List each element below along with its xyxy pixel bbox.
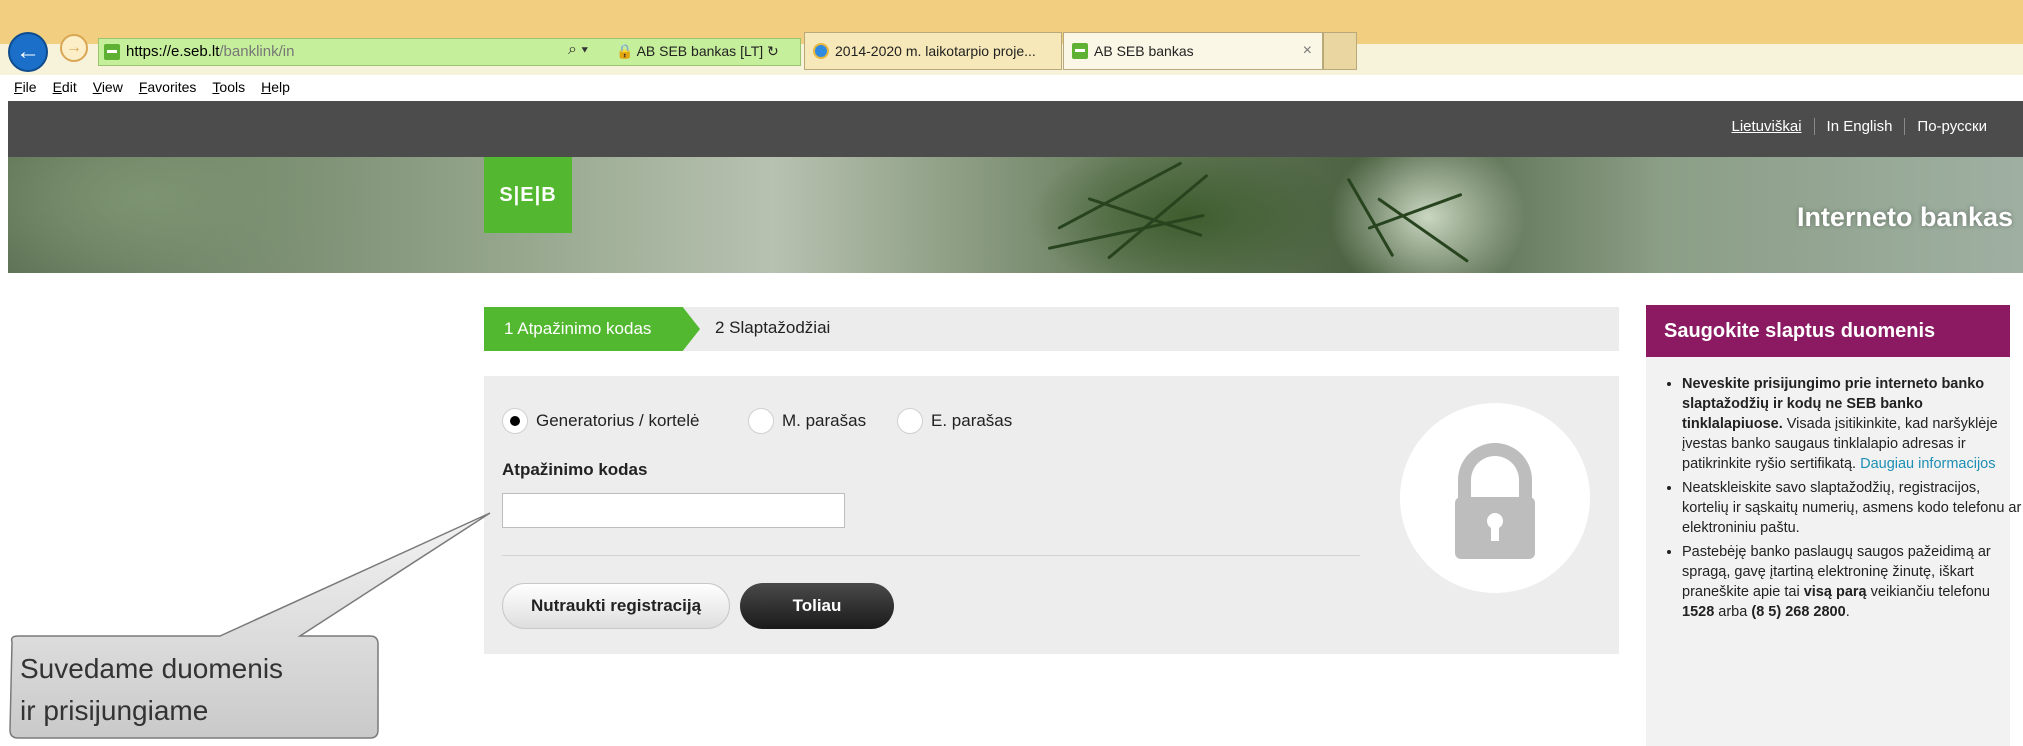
callout-line: ir prisijungiame: [20, 695, 209, 726]
callout-text: Suvedame duomenis ir prisijungiame: [20, 648, 283, 732]
callout-bubble: [9, 512, 491, 739]
callout-line: Suvedame duomenis: [20, 653, 284, 684]
